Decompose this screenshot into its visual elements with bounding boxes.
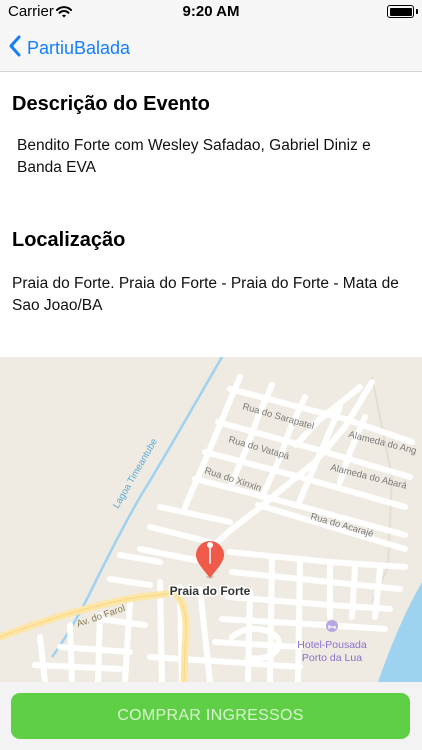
poi-label-line2: Porto da Lua: [302, 652, 362, 664]
location-address: Praia do Forte. Praia do Forte - Praia d…: [12, 275, 399, 314]
event-location-map[interactable]: Rua do Sarapatel Alameda do Ang Rua do V…: [0, 357, 422, 682]
description-text: Bendito Forte com Wesley Safadao, Gabrie…: [17, 137, 371, 176]
back-button-label: PartiuBalada: [27, 37, 131, 58]
hotel-icon: [326, 620, 338, 632]
map-pin-label: Praia do Forte: [170, 584, 251, 598]
battery-icon: [387, 5, 414, 18]
buy-tickets-button[interactable]: COMPRAR INGRESSOS: [11, 693, 410, 739]
chevron-left-icon: [8, 35, 22, 62]
description-title: Descrição do Evento: [12, 93, 210, 115]
location-title: Localização: [12, 229, 126, 251]
navigation-bar: PartiuBalada: [0, 24, 422, 72]
bottom-action-panel: COMPRAR INGRESSOS: [0, 682, 422, 750]
back-button[interactable]: PartiuBalada: [8, 34, 130, 62]
status-bar: Carrier 9:20 AM: [0, 0, 422, 24]
battery-cap: [416, 9, 418, 14]
status-time: 9:20 AM: [182, 3, 240, 20]
poi-label-line1: Hotel-Pousada: [297, 639, 367, 651]
